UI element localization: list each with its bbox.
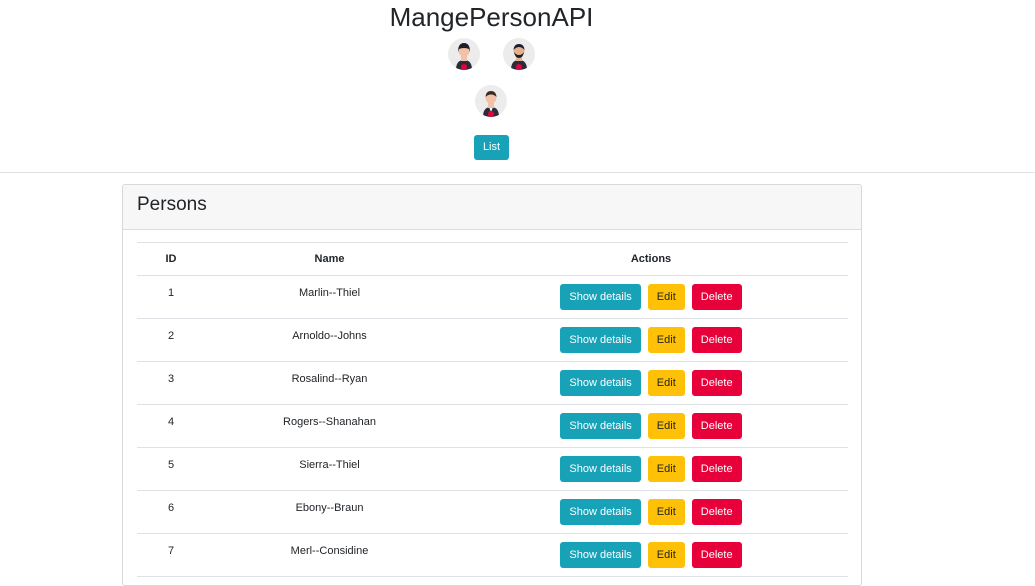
person-id: 7 <box>167 545 175 557</box>
app-title: MangePersonAPI <box>389 2 594 32</box>
row-actions: Show details Edit Delete <box>454 319 848 353</box>
table-row: 4 Rogers--Shanahan Show details Edit Delete <box>137 404 848 448</box>
person-name-cell: Rosalind--Ryan <box>205 361 454 405</box>
person-name-cell: Rogers--Shanahan <box>205 404 454 448</box>
row-actions: Show details Edit Delete <box>454 276 848 310</box>
show-details-button[interactable]: Show details <box>560 327 641 353</box>
person-id: 2 <box>167 330 175 342</box>
table-row: 3 Rosalind--Ryan Show details Edit Delete <box>137 361 848 405</box>
woman-avatar-icon <box>448 38 480 70</box>
edit-button[interactable]: Edit <box>647 284 685 310</box>
row-actions: Show details Edit Delete <box>454 534 848 568</box>
person-name-cell: Ebony--Braun <box>205 490 454 534</box>
show-details-button[interactable]: Show details <box>560 499 641 525</box>
delete-button[interactable]: Delete <box>691 542 742 568</box>
list-button[interactable]: List <box>474 135 509 160</box>
actions-cell: Show details Edit Delete <box>454 447 848 491</box>
actions-cell: Show details Edit Delete <box>454 533 848 577</box>
edit-button[interactable]: Edit <box>647 370 685 396</box>
table-row: 6 Ebony--Braun Show details Edit Delete <box>137 490 848 534</box>
show-details-button[interactable]: Show details <box>560 370 641 396</box>
person-name-cell: Sierra--Thiel <box>205 447 454 491</box>
person-name: Merl--Considine <box>290 545 369 557</box>
header-divider <box>0 172 1035 173</box>
row-actions: Show details Edit Delete <box>454 405 848 439</box>
column-header-id: ID <box>137 242 205 276</box>
row-actions: Show details Edit Delete <box>454 448 848 482</box>
edit-button[interactable]: Edit <box>647 327 685 353</box>
person-id-cell: 6 <box>137 490 205 534</box>
actions-cell: Show details Edit Delete <box>454 404 848 448</box>
table-row: 2 Arnoldo--Johns Show details Edit Delete <box>137 318 848 362</box>
delete-button[interactable]: Delete <box>691 327 742 353</box>
table-row: 1 Marlin--Thiel Show details Edit Delete <box>137 275 848 319</box>
person-id-cell: 5 <box>137 447 205 491</box>
person-id: 6 <box>167 502 175 514</box>
person-name: Ebony--Braun <box>295 502 364 514</box>
person-id-cell: 2 <box>137 318 205 362</box>
table-row: 7 Merl--Considine Show details Edit Delete <box>137 533 848 577</box>
table-row: 5 Sierra--Thiel Show details Edit Delete <box>137 447 848 491</box>
person-name: Marlin--Thiel <box>298 287 361 299</box>
person-name-cell: Merl--Considine <box>205 533 454 577</box>
edit-button[interactable]: Edit <box>647 456 685 482</box>
person-id-cell: 1 <box>137 275 205 319</box>
person-id: 3 <box>167 373 175 385</box>
edit-button[interactable]: Edit <box>647 499 685 525</box>
person-name-cell: Marlin--Thiel <box>205 275 454 319</box>
row-actions: Show details Edit Delete <box>454 362 848 396</box>
person-id: 1 <box>167 287 175 299</box>
table-header-row: ID Name Actions <box>137 242 848 276</box>
edit-button[interactable]: Edit <box>647 542 685 568</box>
show-details-button[interactable]: Show details <box>560 413 641 439</box>
delete-button[interactable]: Delete <box>691 284 742 310</box>
person-name-cell: Arnoldo--Johns <box>205 318 454 362</box>
delete-button[interactable]: Delete <box>691 456 742 482</box>
person-name: Arnoldo--Johns <box>292 330 367 342</box>
person-name: Rosalind--Ryan <box>291 373 368 385</box>
man-beard-avatar-icon <box>503 38 535 70</box>
person-name: Sierra--Thiel <box>299 459 360 471</box>
person-id: 4 <box>167 416 175 428</box>
column-header-actions: Actions <box>454 242 848 276</box>
person-id-cell: 7 <box>137 533 205 577</box>
edit-button[interactable]: Edit <box>647 413 685 439</box>
persons-card: Persons ID Name Actions 1 Marlin--Thiel Sh… <box>122 184 862 586</box>
show-details-button[interactable]: Show details <box>560 284 641 310</box>
man-avatar-icon <box>475 85 507 117</box>
show-details-button[interactable]: Show details <box>560 542 641 568</box>
show-details-button[interactable]: Show details <box>560 456 641 482</box>
person-name: Rogers--Shanahan <box>283 416 376 428</box>
person-id-cell: 4 <box>137 404 205 448</box>
actions-cell: Show details Edit Delete <box>454 275 848 319</box>
persons-table: ID Name Actions 1 Marlin--Thiel Show detai… <box>137 242 848 577</box>
actions-cell: Show details Edit Delete <box>454 490 848 534</box>
actions-cell: Show details Edit Delete <box>454 361 848 405</box>
actions-cell: Show details Edit Delete <box>454 318 848 362</box>
row-actions: Show details Edit Delete <box>454 491 848 525</box>
delete-button[interactable]: Delete <box>691 413 742 439</box>
delete-button[interactable]: Delete <box>691 499 742 525</box>
person-id-cell: 3 <box>137 361 205 405</box>
column-header-name: Name <box>205 242 454 276</box>
person-id: 5 <box>167 459 175 471</box>
delete-button[interactable]: Delete <box>691 370 742 396</box>
card-title: Persons <box>123 185 861 230</box>
